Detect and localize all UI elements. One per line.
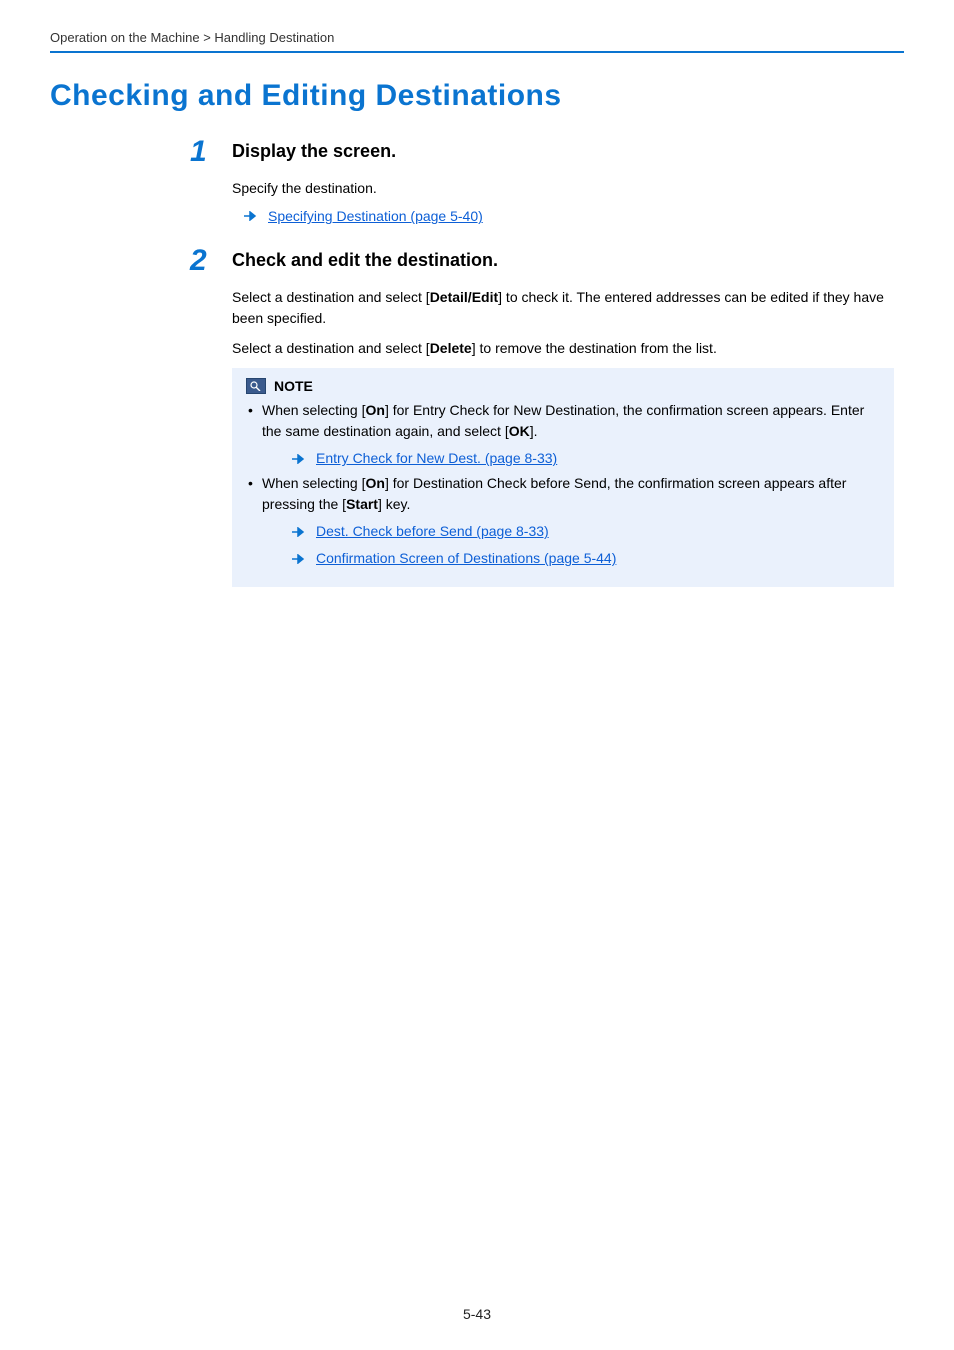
link-entry-check-new-dest[interactable]: Entry Check for New Dest. (page 8-33) [316, 448, 557, 469]
step-1-title: Display the screen. [232, 141, 894, 162]
link-confirmation-screen-destinations[interactable]: Confirmation Screen of Destinations (pag… [316, 548, 616, 569]
step-2: 2 Check and edit the destination. Select… [50, 250, 904, 587]
page-title: Checking and Editing Destinations [50, 79, 904, 113]
step-1: 1 Display the screen. Specify the destin… [50, 141, 904, 228]
note-icon [246, 378, 266, 394]
page-number: 5-43 [0, 1306, 954, 1322]
step-1-number: 1 [190, 137, 232, 167]
step-2-para-1: Select a destination and select [Detail/… [232, 287, 894, 328]
header-divider [50, 51, 904, 53]
note-item-1: When selecting [On] for Entry Check for … [248, 400, 880, 469]
link-dest-check-before-send[interactable]: Dest. Check before Send (page 8-33) [316, 521, 549, 542]
note-label: NOTE [274, 378, 313, 394]
arrow-right-icon [292, 454, 306, 464]
step-1-text: Specify the destination. [232, 178, 894, 198]
breadcrumb: Operation on the Machine > Handling Dest… [50, 30, 904, 51]
arrow-right-icon [244, 211, 258, 221]
arrow-right-icon [292, 527, 306, 537]
link-specifying-destination[interactable]: Specifying Destination (page 5-40) [268, 208, 483, 224]
arrow-right-icon [292, 554, 306, 564]
step-2-para-2: Select a destination and select [Delete]… [232, 338, 894, 358]
note-item-2: When selecting [On] for Destination Chec… [248, 473, 880, 569]
step-2-number: 2 [190, 246, 232, 276]
step-2-title: Check and edit the destination. [232, 250, 894, 271]
note-box: NOTE When selecting [On] for Entry Check… [232, 368, 894, 587]
